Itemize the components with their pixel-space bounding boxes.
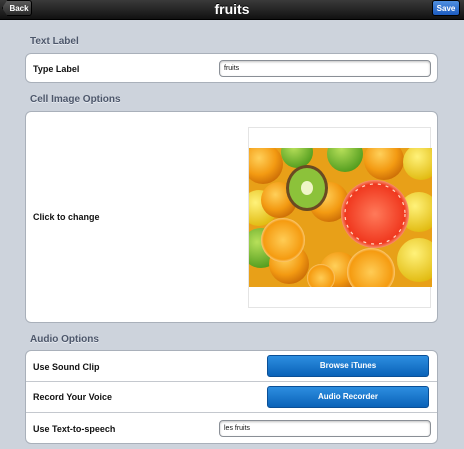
audio-options-group: Use Sound Clip Browse iTunes Record Your… — [25, 350, 438, 444]
use-text-to-speech-label: Use Text-to-speech — [33, 424, 116, 434]
fruit-photo — [249, 148, 432, 287]
audio-section-header: Audio Options — [30, 334, 99, 345]
page-title: fruits — [214, 1, 250, 17]
save-button[interactable]: Save — [432, 0, 460, 16]
sound-clip-row: Use Sound Clip Browse iTunes — [26, 351, 437, 382]
use-sound-clip-label: Use Sound Clip — [33, 362, 100, 372]
record-voice-row: Record Your Voice Audio Recorder — [26, 382, 437, 413]
type-label-row: Type Label fruits — [26, 54, 437, 82]
browse-itunes-button[interactable]: Browse iTunes — [267, 355, 429, 377]
click-to-change-label: Click to change — [33, 212, 100, 222]
text-to-speech-row: Use Text-to-speech les fruits — [26, 413, 437, 443]
navigation-bar: Back fruits Save — [0, 0, 464, 20]
cell-image-section-header: Cell Image Options — [30, 94, 121, 105]
type-label-label: Type Label — [33, 64, 80, 74]
type-label-field[interactable]: fruits — [219, 60, 431, 77]
cell-image-group[interactable]: Click to change — [25, 111, 438, 323]
text-to-speech-field[interactable]: les fruits — [219, 420, 431, 437]
fruit-photo-graphic — [249, 148, 432, 287]
cell-image-frame[interactable] — [248, 127, 432, 308]
text-label-section-header: Text Label — [30, 36, 79, 47]
record-your-voice-label: Record Your Voice — [33, 392, 113, 402]
text-label-group: Type Label fruits — [25, 53, 438, 83]
audio-recorder-button[interactable]: Audio Recorder — [267, 386, 429, 408]
